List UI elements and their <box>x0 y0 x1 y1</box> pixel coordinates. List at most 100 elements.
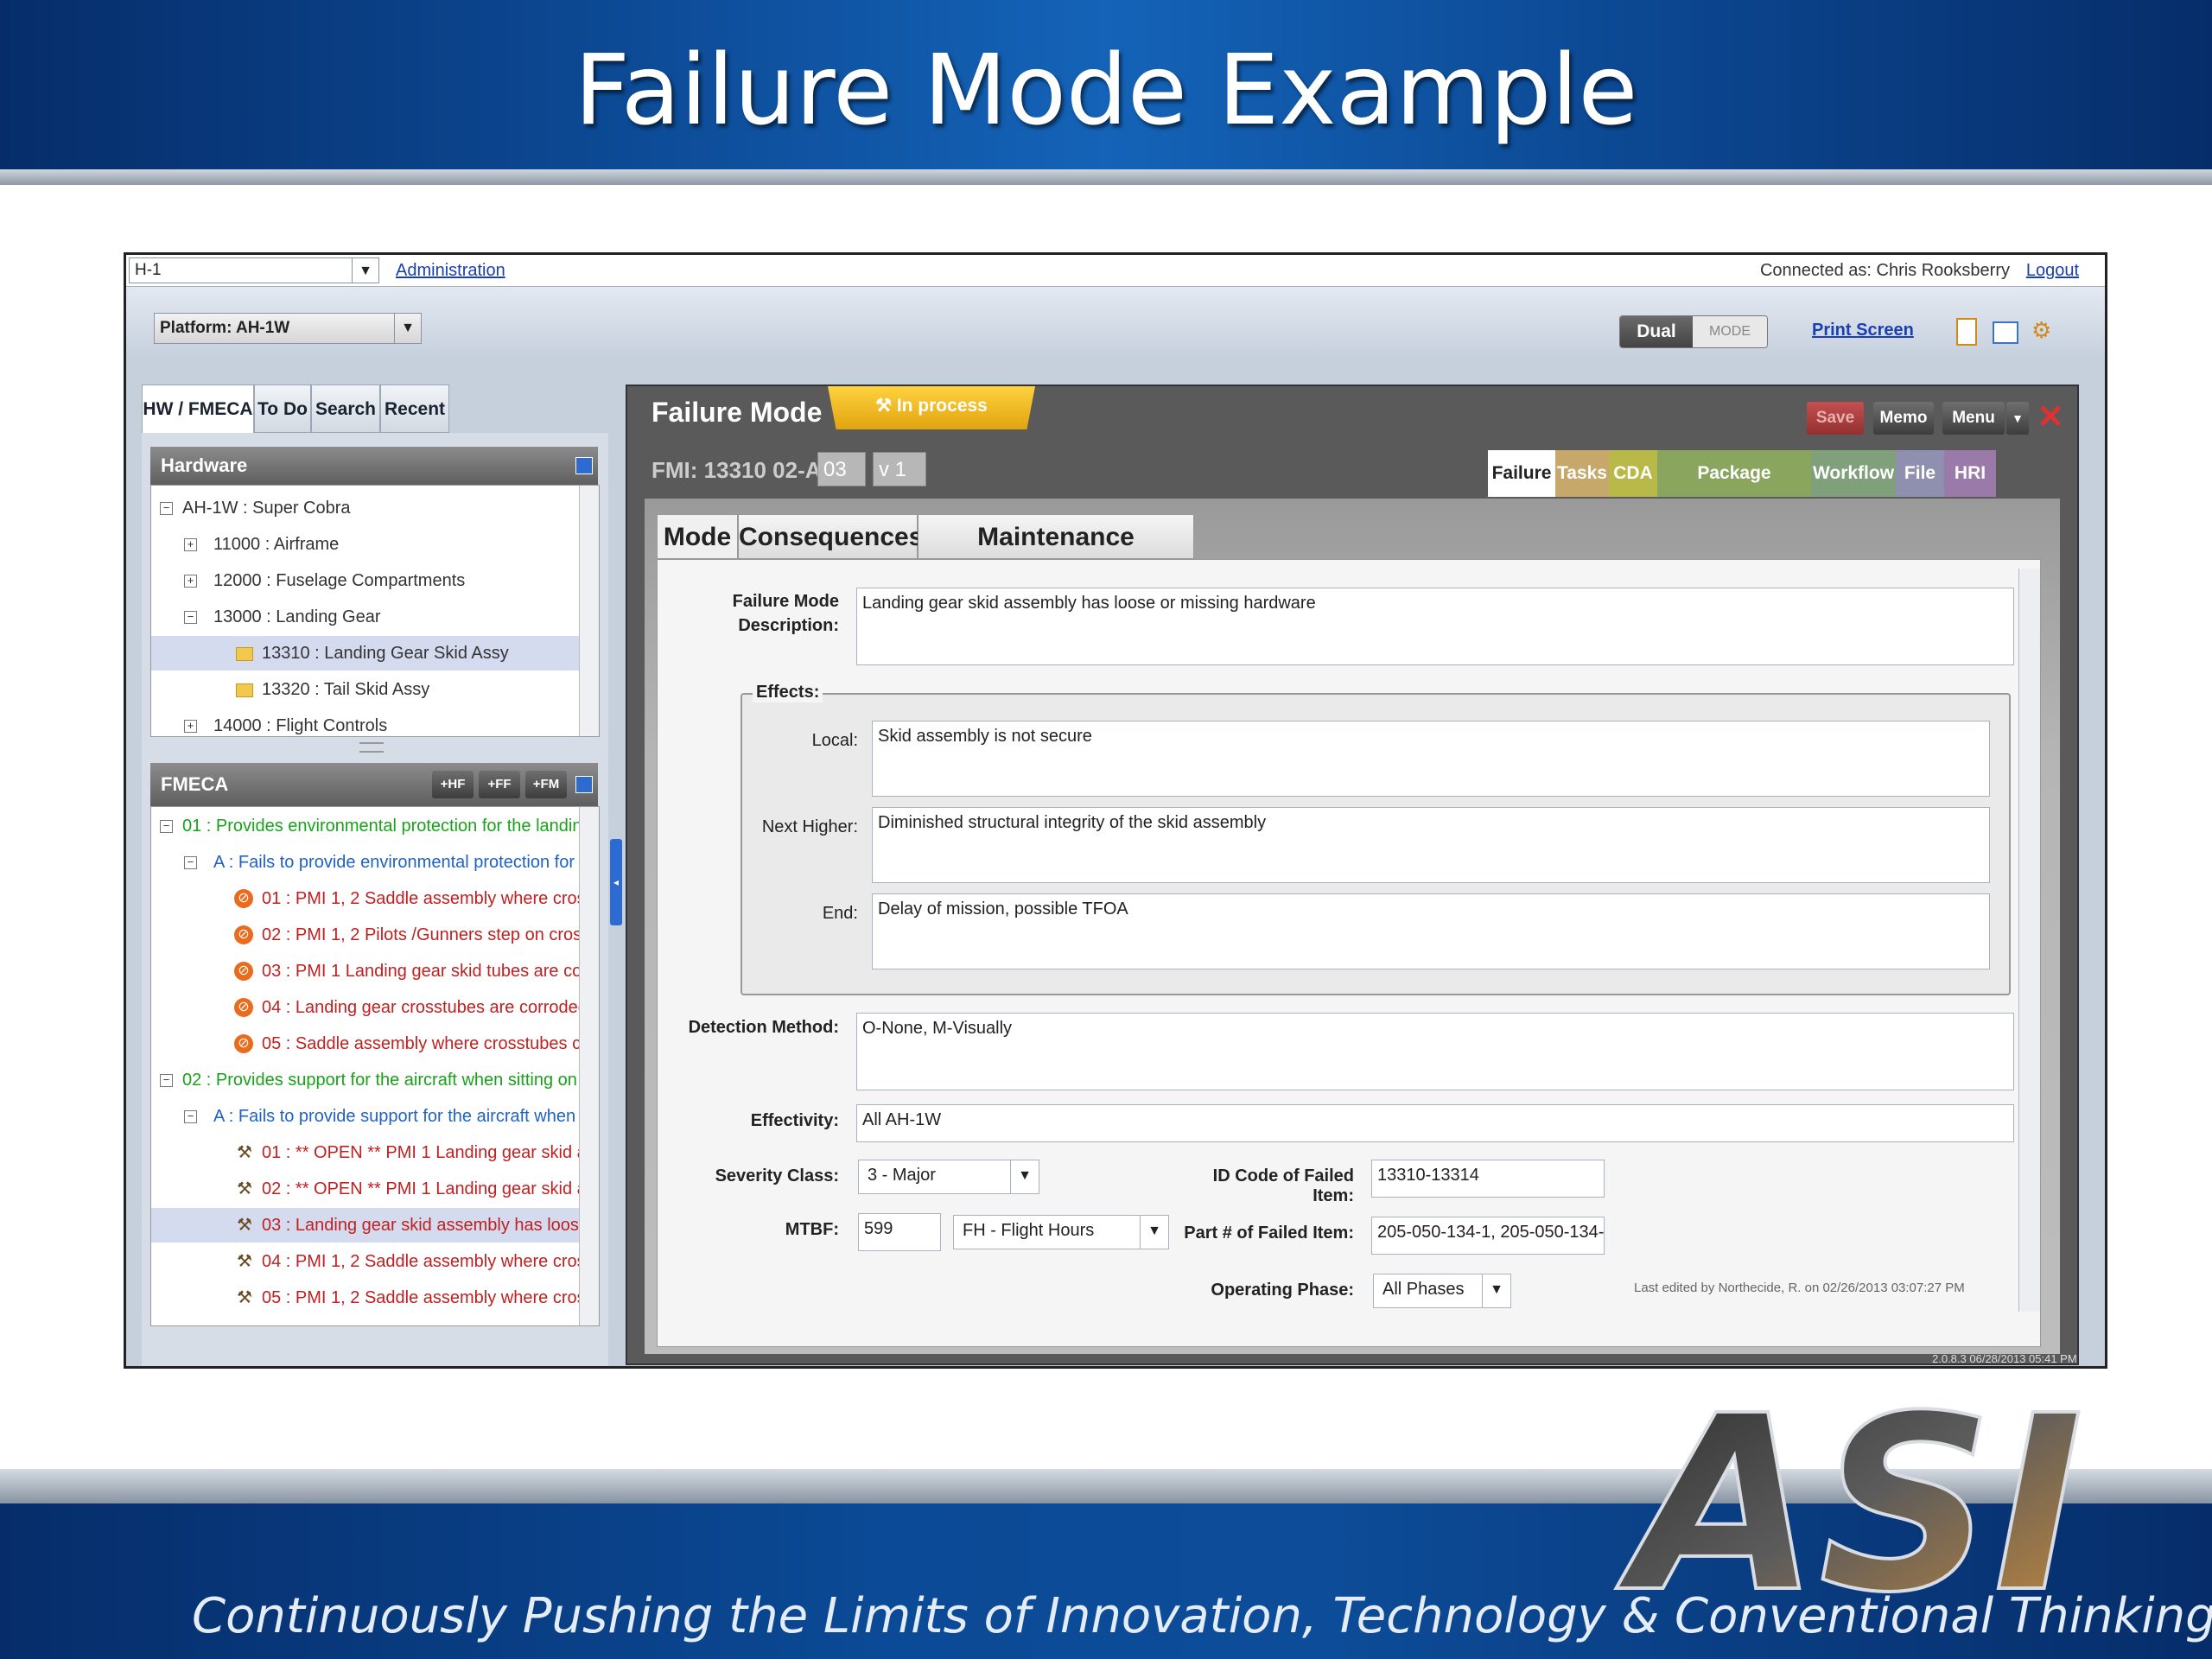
subtab-consequences[interactable]: Consequences <box>738 514 923 559</box>
report-icon[interactable] <box>1956 318 1977 346</box>
part-number-field[interactable]: 205-050-134-1, 205-050-134-3 <box>1371 1217 1605 1255</box>
tree-node[interactable]: − 13000 : Landing Gear <box>151 600 599 634</box>
collapse-node-icon[interactable]: − <box>160 820 173 833</box>
tree-node[interactable]: 13320 : Tail Skid Assy <box>151 672 599 707</box>
effects-legend: Effects: <box>753 683 823 702</box>
hardware-header: Hardware <box>150 447 598 485</box>
fmi-version: v 1 <box>873 452 926 486</box>
status-badge-label: In process <box>896 396 988 416</box>
local-effect-field[interactable]: Skid assembly is not secure <box>872 721 1990 797</box>
fmeca-function-node[interactable]: −02 : Provides support for the aircraft … <box>151 1063 599 1097</box>
effectivity-field[interactable]: All AH-1W <box>856 1104 2014 1142</box>
platform-select-value: Platform: AH-1W <box>160 319 290 337</box>
dual-mode-toggle[interactable]: Dual MODE <box>1619 315 1768 348</box>
expand-node-icon[interactable]: + <box>184 720 197 733</box>
platform-select[interactable]: Platform: AH-1W ▼ <box>154 313 422 344</box>
connected-as-label: Connected as: Chris Rooksberry <box>1759 261 2010 280</box>
fmeca-function-node[interactable]: −01 : Provides environmental protection … <box>151 809 599 843</box>
save-button[interactable]: Save <box>1807 402 1864 435</box>
tree-node[interactable]: +12000 : Fuselage Compartments <box>151 563 599 598</box>
slide-header-divider <box>0 169 2212 185</box>
menu-chevron-down-icon[interactable]: ▼ <box>2006 402 2029 435</box>
tree-node-selected[interactable]: 13310 : Landing Gear Skid Assy <box>151 636 599 671</box>
memo-button[interactable]: Memo <box>1873 402 1934 435</box>
project-select[interactable]: H-1 ▼ <box>129 257 379 283</box>
failure-mode-description-field[interactable]: Landing gear skid assembly has loose or … <box>856 588 2014 665</box>
fmeca-mode-node[interactable]: ⚒ 04 : PMI 1, 2 Saddle assembly where cro… <box>151 1244 599 1279</box>
tab-hri[interactable]: HRI <box>1944 450 1996 497</box>
build-info: 2.0.8.3 06/28/2013 05:41 PM <box>1932 1352 2077 1365</box>
close-icon[interactable]: ✕ <box>2036 400 2065 435</box>
fmeca-failure-node[interactable]: − A : Fails to provide environmental prot… <box>151 845 599 880</box>
fmeca-mode-node[interactable]: ⊘ 04 : Landing gear crosstubes are corrod… <box>151 990 599 1025</box>
tree-node[interactable]: − AH-1W : Super Cobra <box>151 491 599 525</box>
collapse-node-icon[interactable]: − <box>184 1110 197 1123</box>
tab-hw-fmeca[interactable]: HW / FMECA <box>142 385 254 433</box>
menu-button[interactable]: Menu <box>1942 402 2005 435</box>
hardware-scrollbar[interactable] <box>579 486 599 736</box>
end-effect-field[interactable]: Delay of mission, possible TFOA <box>872 893 1990 969</box>
users-icon[interactable]: ⚙ <box>2031 318 2054 342</box>
fmeca-mode-node-selected[interactable]: ⚒ 03 : Landing gear skid assembly has loo… <box>151 1208 599 1243</box>
collapse-icon[interactable] <box>575 457 593 474</box>
operating-phase-select[interactable]: All Phases ▼ <box>1373 1274 1511 1308</box>
logout-link[interactable]: Logout <box>2026 261 2079 281</box>
fmeca-mode-node[interactable]: ⚒ 02 : ** OPEN ** PMI 1 Landing gear skid… <box>151 1172 599 1206</box>
fmeca-mode-node[interactable]: ⚒ 01 : ** OPEN ** PMI 1 Landing gear skid… <box>151 1135 599 1170</box>
window-icon[interactable] <box>1993 321 2018 344</box>
left-panel: HW / FMECA To Do Search Recent Hardware … <box>142 385 608 1366</box>
mtbf-field[interactable]: 599 <box>858 1213 941 1251</box>
severity-class-select[interactable]: 3 - Major ▼ <box>858 1160 1039 1194</box>
tab-tasks[interactable]: Tasks <box>1555 450 1609 497</box>
add-ff-button[interactable]: +FF <box>479 771 520 798</box>
print-screen-link[interactable]: Print Screen <box>1812 321 1914 340</box>
tab-package-summary[interactable]: Package Summary <box>1657 450 1811 530</box>
expand-node-icon[interactable]: + <box>184 538 197 551</box>
fmeca-mode-node[interactable]: ⊘ 02 : PMI 1, 2 Pilots /Gunners step on c… <box>151 918 599 952</box>
splitter-grip[interactable] <box>359 742 384 753</box>
tree-node[interactable]: +11000 : Airframe <box>151 527 599 562</box>
fmeca-mode-node[interactable]: ⊘ 01 : PMI 1, 2 Saddle assembly where cro… <box>151 881 599 916</box>
subtab-maintenance-feedback[interactable]: Maintenance Feedback <box>918 514 1194 596</box>
tab-failure[interactable]: Failure <box>1488 450 1555 497</box>
add-fm-button[interactable]: +FM <box>525 771 567 798</box>
hammer-icon: ⚒ <box>237 1143 252 1162</box>
project-select-value: H-1 <box>135 261 162 279</box>
fmeca-mode-node[interactable]: ⊘ 05 : Saddle assembly where crosstubes c… <box>151 1027 599 1061</box>
collapse-node-icon[interactable]: − <box>160 502 173 515</box>
tab-recent[interactable]: Recent <box>380 385 449 433</box>
tab-workflow[interactable]: Workflow <box>1811 450 1896 497</box>
administration-link[interactable]: Administration <box>396 261 505 281</box>
mtbf-unit-select[interactable]: FH - Flight Hours ▼ <box>953 1215 1169 1249</box>
tab-search[interactable]: Search <box>311 385 380 433</box>
next-higher-effect-field[interactable]: Diminished structural integrity of the s… <box>872 807 1990 883</box>
subtab-mode[interactable]: Mode <box>657 514 738 559</box>
tab-to-do[interactable]: To Do <box>254 385 311 433</box>
tab-cda[interactable]: CDA <box>1609 450 1657 497</box>
chevron-down-icon: ▼ <box>1140 1216 1168 1249</box>
hammer-icon: ⚒ <box>875 396 897 416</box>
add-hf-button[interactable]: +HF <box>432 771 474 798</box>
id-code-field[interactable]: 13310-13314 <box>1371 1160 1605 1198</box>
mode-label: MODE <box>1693 316 1767 347</box>
collapse-node-icon[interactable]: − <box>160 1074 173 1087</box>
collapse-icon[interactable] <box>575 776 593 793</box>
tab-file[interactable]: File <box>1896 450 1944 497</box>
fmeca-mode-node[interactable]: ⚒ 05 : PMI 1, 2 Saddle assembly where cro… <box>151 1281 599 1315</box>
fmeca-mode-node[interactable]: ⊘ 03 : PMI 1 Landing gear skid tubes are … <box>151 954 599 988</box>
collapse-left-panel-handle[interactable]: ◂ <box>610 839 622 925</box>
tree-node-label: 01 : ** OPEN ** PMI 1 Landing gear skid … <box>262 1143 595 1162</box>
collapse-node-icon[interactable]: − <box>184 611 197 624</box>
panel-title: Failure Mode <box>652 397 823 428</box>
fmeca-failure-node[interactable]: − A : Fails to provide support for the ai… <box>151 1099 599 1134</box>
hammer-icon: ⚒ <box>237 1216 252 1235</box>
operating-phase-value: All Phases <box>1382 1280 1465 1299</box>
form-scrollbar[interactable] <box>2018 569 2040 1312</box>
app-toolbar: Platform: AH-1W ▼ Dual MODE Print Screen… <box>126 287 2105 356</box>
expand-node-icon[interactable]: + <box>184 575 197 588</box>
no-entry-icon: ⊘ <box>234 889 253 908</box>
fmeca-scrollbar[interactable] <box>579 807 599 1325</box>
detection-method-field[interactable]: O-None, M-Visually <box>856 1013 2014 1090</box>
collapse-node-icon[interactable]: − <box>184 856 197 869</box>
tree-node[interactable]: +14000 : Flight Controls <box>151 709 599 736</box>
